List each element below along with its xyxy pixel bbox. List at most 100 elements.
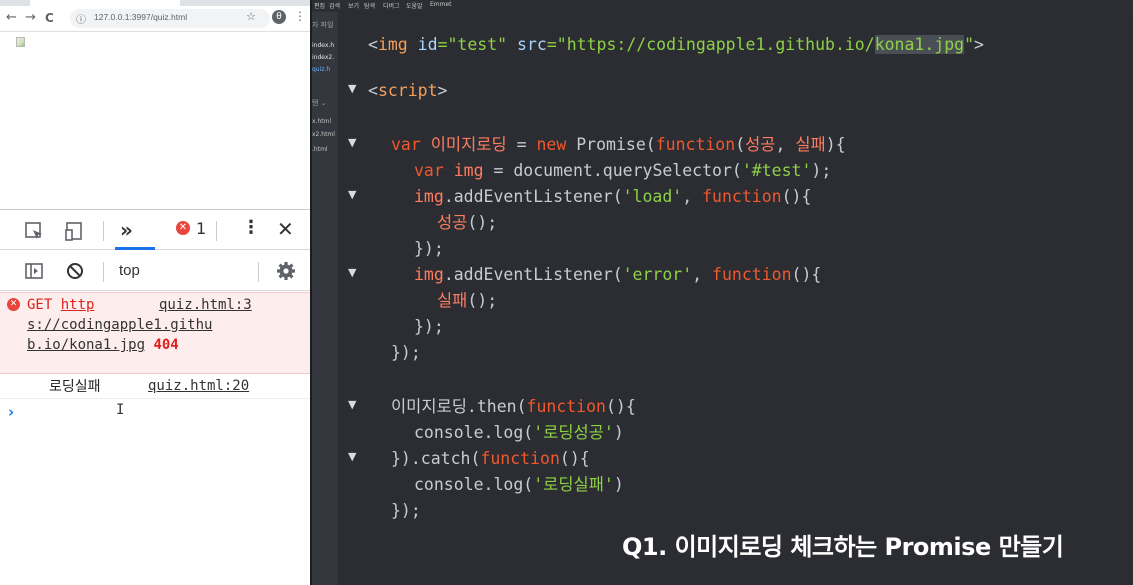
address-bar[interactable]: ⓘ 127.0.0.1:3997/quiz.html ☆ [70, 9, 270, 28]
code-line: ▼ img.addEventListener('load', function(… [338, 184, 1133, 210]
log-source-link[interactable]: quiz.html:20 [148, 376, 249, 396]
sidebar-file-quiz[interactable]: quiz.h [312, 66, 330, 73]
code-text: 실패(); [437, 291, 498, 310]
code-text: }); [414, 239, 444, 258]
menu-navigate[interactable]: 탐색 [364, 1, 375, 10]
fold-arrow-icon[interactable]: ▼ [348, 76, 356, 102]
error-icon: ✕ [7, 298, 20, 311]
fold-arrow-icon[interactable]: ▼ [348, 392, 356, 418]
sidebar-file-index2[interactable]: index2. [312, 54, 334, 61]
error-line-1: GET http [27, 295, 94, 315]
close-devtools-icon[interactable]: ✕ [277, 217, 294, 241]
menu-edit[interactable]: 편집 [314, 1, 325, 10]
devtools-menu-icon[interactable]: ⋮ [242, 217, 260, 238]
text-cursor-icon: I [116, 402, 125, 418]
code-line: ▼ }).catch(function(){ [338, 446, 1133, 472]
menu-help[interactable]: 도움말 [406, 1, 423, 10]
code-text: }); [391, 343, 421, 362]
error-url-part2[interactable]: s://codingapple1.githu [27, 315, 212, 335]
browser-menu-icon[interactable]: ⋮ [294, 9, 306, 23]
error-status-code: 404 [153, 337, 179, 353]
reload-icon[interactable]: C [45, 10, 54, 26]
menu-debug[interactable]: 디버그 [383, 1, 400, 10]
fold-arrow-icon[interactable]: ▼ [348, 444, 356, 470]
editor-menubar: 편집 검색 보기 탐색 디버그 도움말 Emmet [312, 0, 1133, 12]
project-sidebar: 자 파일 index.h index2. quiz.h 탠 ⌄ x.html x… [312, 0, 338, 585]
code-line: ▼ var 이미지로딩 = new Promise(function(성공, 실… [338, 132, 1133, 158]
back-icon[interactable]: ← [6, 10, 17, 26]
code-text: var img = document.querySelector('#test'… [414, 161, 832, 180]
code-text: console.log('로딩성공') [414, 423, 624, 442]
device-toolbar-icon[interactable] [64, 221, 84, 241]
sidebar-file-html[interactable]: .html [312, 146, 328, 153]
active-tab-underline [115, 247, 155, 250]
clear-console-icon[interactable] [66, 262, 84, 280]
code-text: }); [391, 501, 421, 520]
console-sidebar-icon[interactable] [24, 262, 44, 280]
bookmark-star-icon[interactable]: ☆ [246, 10, 256, 23]
error-source-link[interactable]: quiz.html:3 [159, 295, 252, 315]
context-selector[interactable]: top [119, 262, 140, 279]
toolbar-divider [103, 221, 104, 241]
devtools-toolbar: » ✕ 1 ⋮ ✕ [0, 210, 310, 250]
sidebar-header-2[interactable]: 탠 ⌄ [312, 98, 327, 108]
settings-gear-icon[interactable] [276, 261, 296, 281]
code-text: <img id="test" src="https://codingapple1… [368, 35, 984, 54]
menu-view[interactable]: 보기 [348, 1, 359, 10]
forward-icon[interactable]: → [25, 10, 36, 26]
devtools-panel: » ✕ 1 ⋮ ✕ top ✕ GET http quiz.html:3 s:/… [0, 209, 310, 585]
page-content [0, 33, 310, 209]
log-text: 로딩실패 [49, 379, 101, 395]
code-text: <script> [368, 81, 448, 100]
sidebar-header: 자 파일 [312, 21, 334, 29]
toolbar-divider [258, 262, 259, 282]
menu-emmet[interactable]: Emmet [430, 1, 452, 8]
code-text: }).catch(function(){ [391, 449, 590, 468]
code-editor[interactable]: <img id="test" src="https://codingapple1… [338, 12, 1133, 585]
fold-arrow-icon[interactable]: ▼ [348, 182, 356, 208]
error-url-part1[interactable]: http [61, 297, 95, 313]
code-line: 실패(); [338, 288, 1133, 314]
code-line: <img id="test" src="https://codingapple1… [338, 32, 1133, 58]
error-line-3: b.io/kona1.jpg 404 [27, 335, 179, 355]
code-text: img.addEventListener('error', function()… [414, 265, 822, 284]
error-method: GET [27, 297, 53, 313]
sidebar-file-x[interactable]: x.html [312, 118, 331, 125]
code-line: ▼ img.addEventListener('error', function… [338, 262, 1133, 288]
code-text: console.log('로딩실패') [414, 475, 624, 494]
error-count-icon[interactable]: ✕ [176, 221, 190, 235]
code-line: ▼ <script> [338, 78, 1133, 104]
info-icon[interactable]: ⓘ [76, 11, 86, 26]
more-tabs-icon[interactable]: » [120, 218, 133, 242]
broken-image-icon [16, 37, 25, 47]
code-text: 성공(); [437, 213, 498, 232]
url-text[interactable]: 127.0.0.1:3997/quiz.html [94, 12, 187, 22]
fold-arrow-icon[interactable]: ▼ [348, 260, 356, 286]
profile-icon[interactable]: θ [272, 10, 286, 24]
toolbar-divider [216, 221, 217, 241]
menu-search[interactable]: 검색 [329, 1, 340, 10]
code-line: }); [338, 340, 1133, 366]
code-line: ▼ 이미지로딩.then(function(){ [338, 394, 1133, 420]
console-filter-bar: top [0, 251, 310, 291]
sidebar-file-x2[interactable]: x2.html [312, 131, 335, 138]
toolbar-divider [103, 262, 104, 282]
error-url-part3[interactable]: b.io/kona1.jpg [27, 337, 145, 353]
sidebar-file-index[interactable]: index.h [312, 42, 334, 49]
code-line: 성공(); [338, 210, 1133, 236]
inspect-element-icon[interactable] [24, 221, 44, 241]
code-text: img.addEventListener('load', function(){ [414, 187, 812, 206]
code-text: }); [414, 317, 444, 336]
code-line: }); [338, 498, 1133, 524]
console-log-message: 로딩실패 quiz.html:20 [0, 375, 310, 399]
code-line: }); [338, 314, 1133, 340]
code-line: }); [338, 236, 1133, 262]
code-line: console.log('로딩성공') [338, 420, 1133, 446]
code-line: console.log('로딩실패') [338, 472, 1133, 498]
console-prompt-icon[interactable]: › [8, 403, 14, 421]
fold-arrow-icon[interactable]: ▼ [348, 130, 356, 156]
browser-window: ← → C ⓘ 127.0.0.1:3997/quiz.html ☆ θ ⋮ »… [0, 0, 310, 585]
video-caption: Q1. 이미지로딩 체크하는 Promise 만들기 [622, 533, 1064, 561]
code-line: var img = document.querySelector('#test'… [338, 158, 1133, 184]
error-count[interactable]: 1 [196, 219, 206, 238]
